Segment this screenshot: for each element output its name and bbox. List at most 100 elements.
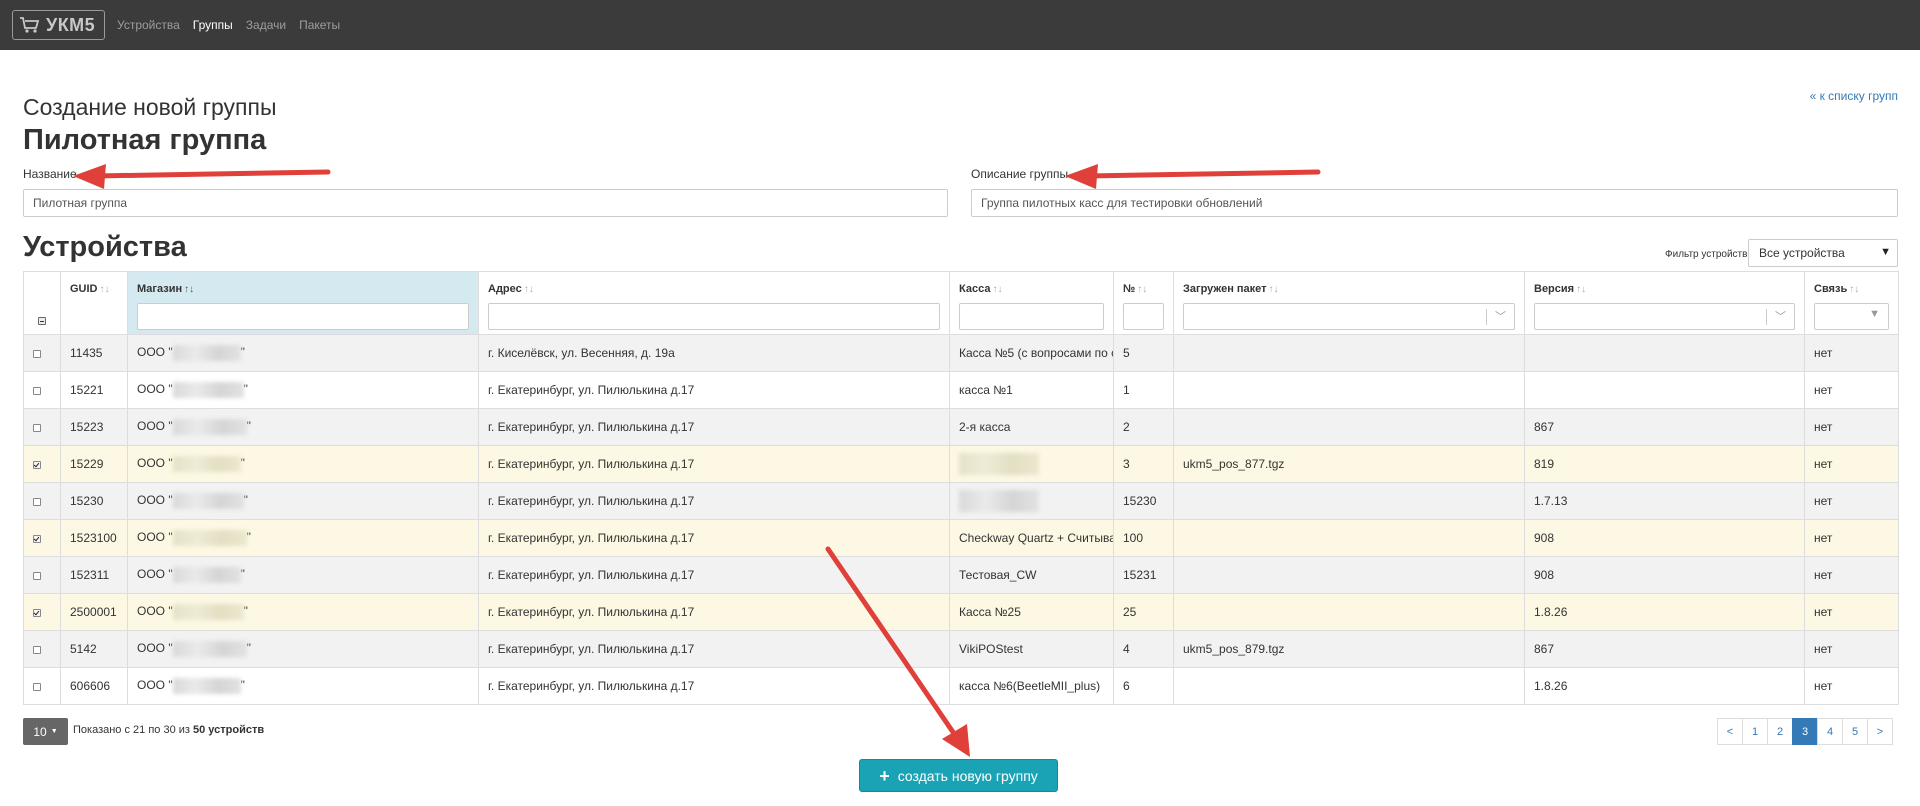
table-row[interactable]: 15221 ООО " " г. Екатеринбург, ул. Пилюльки…: [23, 371, 1899, 409]
pager-info-prefix: Показано с 21 по 30 из: [73, 724, 193, 736]
guid-cell: 15221: [70, 383, 104, 397]
col-shop-header[interactable]: Магазин ↑↓: [127, 271, 479, 335]
link-status-cell: нет: [1814, 346, 1833, 360]
guid-cell: 11435: [70, 346, 103, 360]
kassa-cell: касса №6(BeetleMII_plus): [959, 679, 1101, 693]
address-cell: г. Екатеринбург, ул. Пилюлькина д.17: [488, 494, 695, 508]
table-row[interactable]: 152311 ООО " " г. Екатеринбург, ул. Пилюльк…: [23, 556, 1899, 594]
link-status-cell: нет: [1814, 605, 1833, 619]
link-filter-select[interactable]: ▼: [1814, 303, 1889, 330]
guid-cell: 15230: [70, 494, 104, 508]
annotation-arrowhead-description: [1065, 164, 1098, 189]
row-checkbox[interactable]: [33, 423, 41, 432]
version-cell: 1.8.26: [1534, 605, 1568, 619]
page-button-4[interactable]: 4: [1817, 718, 1843, 745]
address-cell: г. Екатеринбург, ул. Пилюлькина д.17: [488, 605, 695, 619]
col-link-header[interactable]: Связь ↑↓ ▼: [1804, 271, 1899, 335]
row-checkbox[interactable]: [33, 460, 41, 469]
number-cell: 15230: [1123, 494, 1157, 508]
link-status-cell: нет: [1814, 568, 1833, 582]
shop-cell: ООО ": [137, 604, 173, 619]
col-kassa-header[interactable]: Касса ↑↓: [949, 271, 1114, 335]
number-cell: 3: [1123, 457, 1130, 471]
col-number-header[interactable]: № ↑↓: [1113, 271, 1174, 335]
redacted-kassa-name: [959, 490, 1039, 512]
shop-cell: ООО ": [137, 419, 173, 434]
name-field[interactable]: [23, 189, 948, 217]
kassa-cell: Тестовая_CW: [959, 568, 1037, 582]
sort-icon: ↑↓: [992, 284, 1003, 295]
page-button-1[interactable]: 1: [1742, 718, 1768, 745]
page-button-3[interactable]: 3: [1792, 718, 1818, 745]
back-to-groups-link[interactable]: « к списку групп: [1810, 89, 1898, 103]
col-guid-header[interactable]: GUID ↑↓: [60, 271, 128, 335]
shop-cell-end: ": [243, 382, 248, 397]
row-checkbox[interactable]: [33, 349, 41, 358]
page-button-2[interactable]: 2: [1767, 718, 1793, 745]
shop-cell-end: ": [240, 345, 245, 360]
col-address-header[interactable]: Адрес ↑↓: [478, 271, 950, 335]
table-row[interactable]: 15223 ООО " " г. Екатеринбург, ул. Пилюльки…: [23, 408, 1899, 446]
row-checkbox[interactable]: [33, 571, 41, 580]
shop-cell-end: ": [240, 567, 245, 582]
table-row[interactable]: 606606 ООО " " г. Екатеринбург, ул. Пилюльк…: [23, 667, 1899, 705]
address-cell: г. Екатеринбург, ул. Пилюлькина д.17: [488, 383, 695, 397]
page-button-0[interactable]: <: [1717, 718, 1743, 745]
page-button-6[interactable]: >: [1867, 718, 1893, 745]
package-cell: ukm5_pos_877.tgz: [1183, 457, 1285, 471]
col-package-header[interactable]: Загружен пакет ↑↓ ﹀: [1173, 271, 1525, 335]
page-button-5[interactable]: 5: [1842, 718, 1868, 745]
col-version-header[interactable]: Версия ↑↓ ﹀: [1524, 271, 1805, 335]
row-checkbox[interactable]: [33, 645, 41, 654]
row-checkbox[interactable]: [33, 386, 41, 395]
col-link-label: Связь: [1814, 283, 1848, 295]
row-checkbox[interactable]: [33, 534, 41, 543]
navbar: УКМ5 Устройства Группы Задачи Пакеты: [0, 0, 1920, 50]
nav-link-2[interactable]: Задачи: [246, 18, 286, 32]
table-row[interactable]: 5142 ООО " " г. Екатеринбург, ул. Пилюлькин…: [23, 630, 1899, 668]
kassa-cell: 2-я касса: [959, 420, 1011, 434]
shop-cell-end: ": [243, 604, 248, 619]
filter-label: Фильтр устройств:: [1665, 249, 1751, 260]
table-row[interactable]: 1523100 ООО " " г. Екатеринбург, ул. Пилюль…: [23, 519, 1899, 557]
table-row[interactable]: 2500001 ООО " " г. Екатеринбург, ул. Пилюль…: [23, 593, 1899, 631]
nav-link-0[interactable]: Устройства: [117, 18, 180, 32]
nav-link-3[interactable]: Пакеты: [299, 18, 340, 32]
number-filter-input[interactable]: [1123, 303, 1164, 330]
link-status-cell: нет: [1814, 457, 1833, 471]
shop-cell-end: ": [246, 641, 251, 656]
sort-icon: ↑↓: [1268, 284, 1279, 295]
shop-filter-input[interactable]: [137, 303, 469, 330]
shop-cell: ООО ": [137, 530, 173, 545]
create-group-button[interactable]: + создать новую группу: [859, 759, 1058, 792]
annotation-arrow-name: [92, 169, 331, 179]
version-filter-select[interactable]: ﹀: [1534, 303, 1795, 330]
table-row[interactable]: 15229 ООО " " г. Екатеринбург, ул. Пилюльки…: [23, 445, 1899, 483]
address-cell: г. Екатеринбург, ул. Пилюлькина д.17: [488, 642, 695, 656]
plus-icon: +: [879, 765, 890, 786]
caret-down-icon: ▼: [1869, 308, 1880, 320]
table-row[interactable]: 11435 ООО " " г. Киселёвск, ул. Весенняя, д…: [23, 334, 1899, 372]
row-checkbox[interactable]: [33, 682, 41, 691]
table-header-row: GUID ↑↓ Магазин ↑↓ Адрес ↑↓ Касса ↑↓ № ↑↓ Заг…: [23, 271, 1899, 335]
select-all-checkbox[interactable]: [38, 317, 46, 325]
table-row[interactable]: 15230 ООО " " г. Екатеринбург, ул. Пилюльки…: [23, 482, 1899, 520]
pager-info: Показано с 21 по 30 из 50 устройств: [73, 724, 264, 736]
description-field[interactable]: [971, 189, 1898, 217]
kassa-filter-input[interactable]: [959, 303, 1104, 330]
link-status-cell: нет: [1814, 531, 1833, 545]
package-filter-select[interactable]: ﹀: [1183, 303, 1515, 330]
col-number-label: №: [1123, 283, 1136, 295]
page-size-value: 10: [33, 724, 47, 739]
name-label: Название: [23, 167, 77, 181]
address-filter-input[interactable]: [488, 303, 940, 330]
sort-icon: ↑↓: [1576, 284, 1587, 295]
app-logo[interactable]: УКМ5: [12, 10, 105, 40]
page-size-button[interactable]: 10 ▼: [23, 718, 68, 745]
nav-link-1[interactable]: Группы: [193, 18, 233, 32]
row-checkbox[interactable]: [33, 608, 41, 617]
device-filter-select[interactable]: Все устройства ▼: [1748, 239, 1898, 267]
row-checkbox[interactable]: [33, 497, 41, 506]
kassa-cell: VikiPOStest: [959, 642, 1023, 656]
kassa-cell: касса №1: [959, 383, 1013, 397]
